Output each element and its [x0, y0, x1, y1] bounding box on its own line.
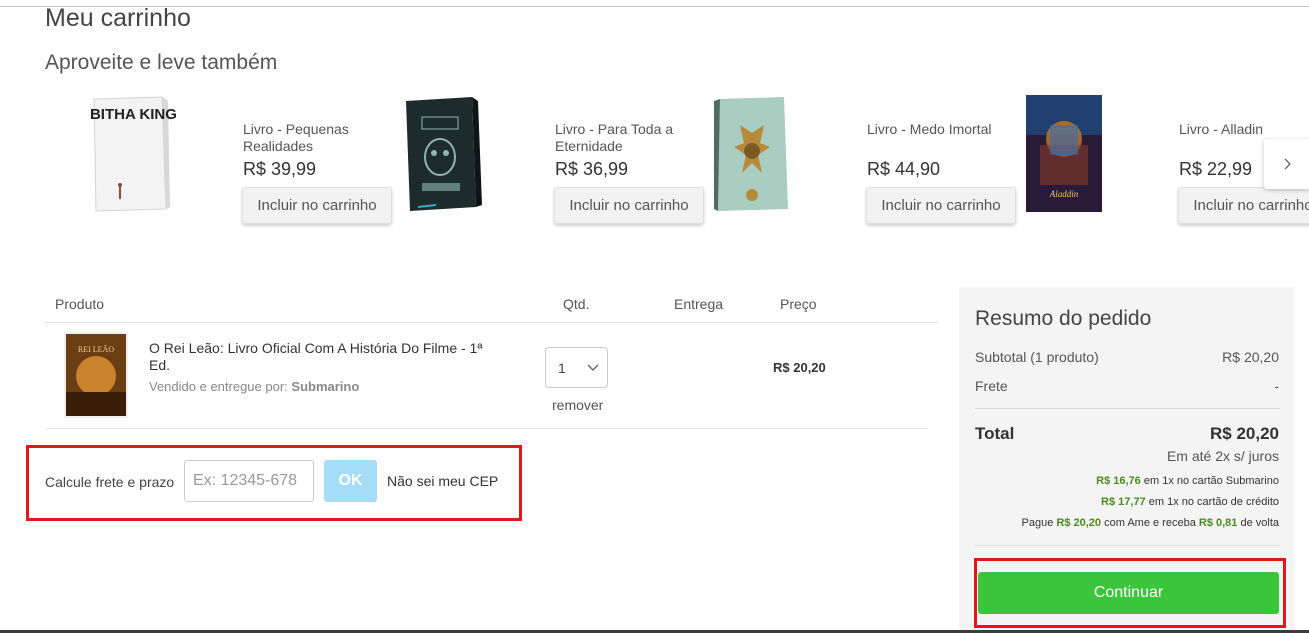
table-row-divider [45, 428, 928, 429]
payment-amount: R$ 16,76 [1096, 475, 1141, 487]
product-price: R$ 22,99 [1179, 159, 1253, 179]
subtotal-label: Subtotal (1 produto) [975, 349, 1099, 365]
column-header-price: Preço [780, 296, 817, 312]
chevron-right-icon [1284, 158, 1291, 170]
poster-title-text: Aladdin [1049, 189, 1079, 199]
installments-text: Em até 2x s/ juros [1166, 448, 1279, 464]
product-price: R$ 39,99 [243, 159, 317, 179]
product-name[interactable]: O Rei Leão: Livro Oficial Com A História… [149, 340, 494, 374]
book-cover-image[interactable] [402, 95, 492, 215]
product-name[interactable]: Livro - Para Toda a Eternidade [555, 121, 695, 155]
carousel-next-button[interactable] [1264, 139, 1309, 189]
book-cover-image[interactable] [714, 95, 804, 215]
product-name[interactable]: Livro - Medo Imortal [867, 121, 1007, 138]
payment-suffix: de volta [1240, 517, 1279, 529]
payment-amount: R$ 20,20 [1056, 517, 1102, 529]
payment-option-submarino-card: R$ 16,76 em 1x no cartão Submarino [1096, 475, 1279, 487]
cep-ok-button[interactable]: OK [324, 460, 377, 502]
page-title: Meu carrinho [45, 4, 191, 32]
add-to-cart-button[interactable]: Incluir no carrinho [554, 187, 704, 224]
product-price: R$ 36,99 [555, 159, 629, 179]
payment-text: em 1x no cartão Submarino [1143, 475, 1279, 487]
payment-text: com Ame e receba [1104, 517, 1196, 529]
total-label: Total [975, 424, 1015, 443]
seller-label: Vendido e entregue por: [149, 379, 288, 394]
item-price: R$ 20,20 [773, 360, 826, 375]
product-seller: Vendido e entregue por: Submarino [149, 379, 359, 394]
payment-text: em 1x no cartão de crédito [1148, 496, 1279, 508]
movie-poster-image[interactable]: Aladdin [1026, 95, 1116, 215]
total-value: R$ 20,20 [1210, 424, 1279, 443]
quantity-value: 1 [558, 360, 566, 376]
summary-title: Resumo do pedido [975, 307, 1152, 330]
column-header-qty: Qtd. [563, 296, 590, 312]
top-divider [0, 6, 1309, 7]
chevron-down-icon [587, 364, 599, 371]
payment-option-ame: Pague R$ 20,20 com Ame e receba R$ 0,81 … [1022, 517, 1280, 529]
seller-name[interactable]: Submarino [291, 379, 359, 394]
table-header-divider [45, 322, 938, 323]
continue-button[interactable]: Continuar [978, 572, 1279, 614]
cover-title-text: TABITHA KING [90, 106, 177, 123]
book-cover-image[interactable]: TABITHA KING [90, 95, 180, 215]
add-to-cart-button[interactable]: Incluir no carrinho [866, 187, 1016, 224]
cep-input[interactable] [184, 460, 314, 502]
freight-value: - [1274, 378, 1279, 394]
product-name[interactable]: Livro - Pequenas Realidades [243, 121, 383, 155]
payment-amount: R$ 17,77 [1101, 496, 1146, 508]
recommendation-card: Livro - Para Toda a Eternidade R$ 36,99 … [402, 95, 704, 235]
product-cover-text: REI LEÃO [78, 344, 114, 354]
subtotal-value: R$ 20,20 [1222, 349, 1279, 365]
product-price: R$ 44,90 [867, 159, 941, 179]
cashback-amount: R$ 0,81 [1198, 517, 1238, 529]
column-header-product: Produto [55, 296, 105, 312]
column-header-delivery: Entrega [674, 296, 724, 312]
recommendation-card: Livro - Medo Imortal R$ 44,90 Incluir no… [714, 95, 1016, 235]
summary-divider [975, 408, 1280, 409]
remove-item-link[interactable]: remover [552, 397, 603, 413]
freight-label: Frete [975, 378, 1008, 394]
recommendation-card: TABITHA KING Livro - Pequenas Realidades… [90, 95, 392, 235]
product-image[interactable]: REI LEÃO [64, 332, 128, 418]
quantity-select[interactable]: 1 [545, 347, 608, 388]
add-to-cart-button[interactable]: Incluir no carrinho [1178, 187, 1309, 224]
add-to-cart-button[interactable]: Incluir no carrinho [242, 187, 392, 224]
unknown-cep-link[interactable]: Não sei meu CEP [387, 473, 498, 489]
summary-divider [975, 545, 1280, 546]
payment-option-credit-card: R$ 17,77 em 1x no cartão de crédito [1101, 496, 1279, 508]
recommendations-title: Aproveite e leve também [45, 51, 278, 74]
product-name[interactable]: Livro - Alladin [1179, 121, 1309, 138]
shipping-label: Calcule frete e prazo [45, 474, 175, 490]
payment-prefix: Pague [1021, 517, 1054, 529]
